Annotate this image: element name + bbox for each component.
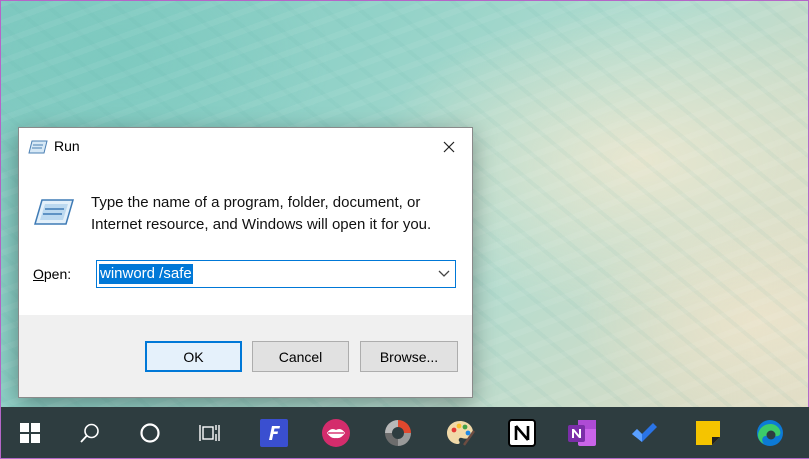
- onenote-icon: [568, 419, 596, 446]
- task-view-icon: [199, 424, 220, 441]
- cancel-button[interactable]: Cancel: [252, 341, 349, 372]
- edge-icon: [757, 419, 783, 446]
- task-view-button[interactable]: [181, 407, 239, 458]
- browse-button[interactable]: Browse...: [360, 341, 458, 372]
- close-button[interactable]: [426, 128, 472, 165]
- start-button[interactable]: [1, 407, 59, 458]
- open-combobox[interactable]: winword /safe: [96, 260, 456, 288]
- notion-icon: [508, 418, 536, 447]
- cortana-button[interactable]: [121, 407, 179, 458]
- taskbar-photoscape[interactable]: [369, 407, 427, 458]
- taskbar-search-button[interactable]: [61, 407, 119, 458]
- close-icon: [443, 141, 455, 152]
- run-large-icon: [33, 198, 75, 226]
- run-app-icon: [28, 139, 48, 154]
- taskbar-app-lips[interactable]: [307, 407, 365, 458]
- open-label-text: pen:: [43, 266, 72, 282]
- taskbar-paint[interactable]: [431, 407, 489, 458]
- app-f-icon: [260, 418, 288, 447]
- ok-button[interactable]: OK: [145, 341, 242, 372]
- search-icon: [80, 423, 99, 443]
- taskbar: [1, 407, 809, 458]
- taskbar-edge[interactable]: [741, 407, 799, 458]
- app-lips-icon: [322, 418, 350, 447]
- dialog-titlebar[interactable]: Run: [19, 128, 472, 165]
- run-dialog: Run Type the name of a program, folder, …: [18, 127, 473, 398]
- taskbar-onenote[interactable]: [553, 407, 611, 458]
- photoscape-icon: [385, 419, 411, 446]
- open-input-value[interactable]: winword /safe: [99, 264, 193, 284]
- dialog-description: Type the name of a program, folder, docu…: [91, 194, 432, 233]
- chevron-down-icon[interactable]: [438, 269, 450, 279]
- taskbar-sticky-notes[interactable]: [679, 407, 737, 458]
- cortana-icon: [140, 422, 160, 443]
- windows-start-icon: [20, 422, 40, 443]
- open-label: Open:: [33, 266, 71, 282]
- open-label-accesskey: O: [33, 266, 44, 282]
- todo-check-icon: [632, 422, 657, 442]
- paint-palette-icon: [447, 420, 475, 446]
- taskbar-todo[interactable]: [615, 407, 673, 458]
- dialog-title: Run: [54, 138, 80, 154]
- taskbar-app-f[interactable]: [245, 407, 303, 458]
- sticky-notes-icon: [696, 420, 720, 445]
- taskbar-notion[interactable]: [493, 407, 551, 458]
